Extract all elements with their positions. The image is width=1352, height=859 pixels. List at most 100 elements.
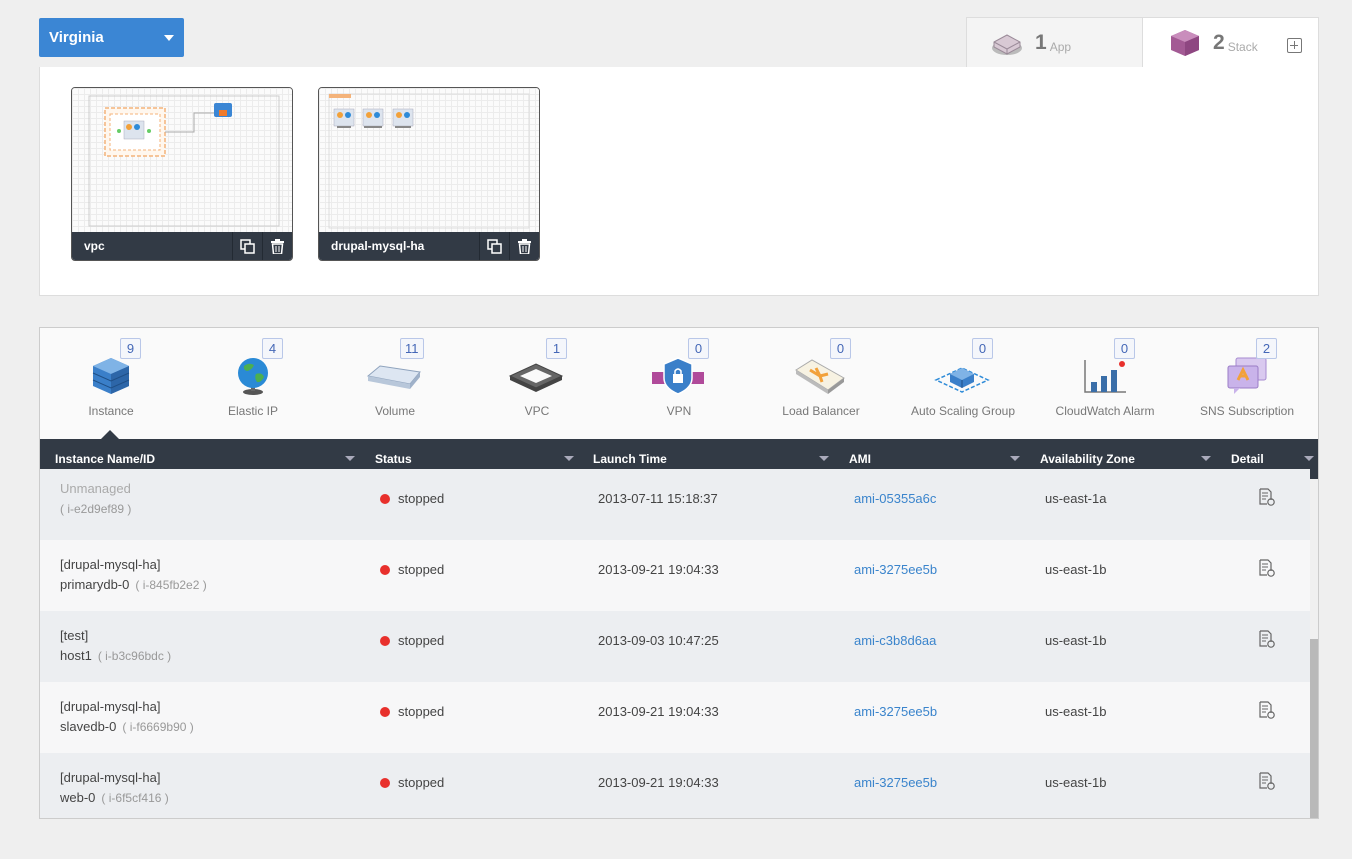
tab-sns-subscription[interactable]: 2 SNS Subscription xyxy=(1176,328,1318,439)
stack-preview xyxy=(319,88,539,234)
status-dot-icon xyxy=(380,777,390,788)
globe-icon xyxy=(238,358,268,395)
instance-name-cell: [drupal-mysql-ha] slavedb-0 ( i-f6669b90 … xyxy=(60,697,194,737)
tab-stack[interactable]: 2 Stack xyxy=(1143,17,1319,68)
volume-count-badge: 11 xyxy=(400,338,424,359)
table-scrollbar[interactable] xyxy=(1310,479,1318,818)
trash-icon[interactable] xyxy=(262,232,292,260)
sns-count-badge: 2 xyxy=(1256,338,1277,359)
tab-vpn[interactable]: 0 VPN xyxy=(608,328,750,439)
tab-volume[interactable]: 11 Volume xyxy=(324,328,466,439)
column-label: Status xyxy=(375,452,412,466)
region-selector[interactable]: Virginia xyxy=(39,18,184,57)
sort-caret-icon xyxy=(1304,456,1314,461)
tab-vpc[interactable]: 1 VPC xyxy=(466,328,608,439)
detail-doc-icon[interactable] xyxy=(1258,701,1276,719)
stack-preview xyxy=(72,88,292,234)
instance-name: primarydb-0 xyxy=(60,577,130,592)
column-label: Launch Time xyxy=(593,452,667,466)
auto-scaling-icon xyxy=(934,367,990,393)
status-dot-icon xyxy=(380,706,390,717)
vpn-count-badge: 0 xyxy=(688,338,709,359)
ami-link[interactable]: ami-c3b8d6aa xyxy=(854,633,936,648)
add-icon[interactable] xyxy=(1287,38,1302,53)
tab-label: Volume xyxy=(374,404,416,418)
instance-group: Unmanaged xyxy=(60,481,131,496)
stack-card-bar: vpc xyxy=(72,232,292,260)
load-balancer-icon xyxy=(795,359,845,394)
availability-zone: us-east-1b xyxy=(1045,775,1107,790)
sns-chat-icon xyxy=(1227,357,1267,394)
scrollbar-thumb[interactable] xyxy=(1310,639,1318,818)
detail-doc-icon[interactable] xyxy=(1258,630,1276,648)
tab-app[interactable]: 1 App xyxy=(966,17,1143,68)
tab-label: VPN xyxy=(666,404,692,418)
vpc-count-badge: 1 xyxy=(546,338,567,359)
stack-card-bar: drupal-mysql-ha xyxy=(319,232,539,260)
auto-scaling-count-badge: 0 xyxy=(972,338,993,359)
stack-diagram xyxy=(328,93,530,229)
instance-name: slavedb-0 xyxy=(60,719,117,734)
status-dot-icon xyxy=(380,493,390,504)
detail-doc-icon[interactable] xyxy=(1258,488,1276,506)
instance-group: [drupal-mysql-ha] xyxy=(60,699,161,714)
volume-disk-icon xyxy=(366,365,421,389)
table-row[interactable]: Unmanaged ( i-e2d9ef89 ) stopped 2013-07… xyxy=(40,469,1310,540)
instance-name-cell: [drupal-mysql-ha] primarydb-0 ( i-845fb2e… xyxy=(60,555,207,595)
stacks-panel: vpc drupal-mysql-ha xyxy=(39,67,1319,296)
tab-instance[interactable]: 9 Instance xyxy=(40,328,182,439)
cloudwatch-count-badge: 0 xyxy=(1114,338,1135,359)
status-text: stopped xyxy=(398,562,445,577)
status-dot-icon xyxy=(380,635,390,646)
tab-label: VPC xyxy=(524,404,550,418)
resource-tabs: 9 Instance 4 Elastic IP 11 Volume 1 VPC … xyxy=(40,328,1318,439)
app-cube-icon xyxy=(992,34,1022,55)
tab-auto-scaling-group[interactable]: 0 Auto Scaling Group xyxy=(892,328,1034,439)
instance-id: ( i-845fb2e2 ) xyxy=(135,578,207,592)
ami-link[interactable]: ami-3275ee5b xyxy=(854,562,937,577)
tab-load-balancer[interactable]: 0 Load Balancer xyxy=(750,328,892,439)
status-text: stopped xyxy=(398,491,445,506)
status-cell: stopped xyxy=(380,562,444,577)
stack-name: vpc xyxy=(84,239,105,253)
detail-doc-icon[interactable] xyxy=(1258,772,1276,790)
tab-label: SNS Subscription xyxy=(1199,404,1295,418)
stack-count: 2 xyxy=(1213,31,1225,54)
vpn-shield-icon xyxy=(652,357,704,395)
availability-zone: us-east-1a xyxy=(1045,491,1107,506)
table-row[interactable]: [test] host1 ( i-b3c96bdc ) stopped 2013-… xyxy=(40,611,1310,682)
tab-label: Elastic IP xyxy=(227,404,278,418)
detail-doc-icon[interactable] xyxy=(1258,559,1276,577)
launch-time: 2013-09-21 19:04:33 xyxy=(598,704,719,719)
availability-zone: us-east-1b xyxy=(1045,562,1107,577)
trash-icon[interactable] xyxy=(509,232,539,260)
duplicate-icon[interactable] xyxy=(232,232,262,260)
stack-cube-icon xyxy=(1171,30,1199,56)
tab-cloudwatch-alarm[interactable]: 0 CloudWatch Alarm xyxy=(1034,328,1176,439)
status-dot-icon xyxy=(380,564,390,575)
ami-link[interactable]: ami-3275ee5b xyxy=(854,775,937,790)
duplicate-icon[interactable] xyxy=(479,232,509,260)
tab-elastic-ip[interactable]: 4 Elastic IP xyxy=(182,328,324,439)
load-balancer-count-badge: 0 xyxy=(830,338,851,359)
stack-card-drupal-mysql-ha[interactable]: drupal-mysql-ha xyxy=(318,87,540,261)
tab-label: CloudWatch Alarm xyxy=(1055,404,1155,418)
instance-group: [drupal-mysql-ha] xyxy=(60,557,161,572)
app-stack-tabs: 1 App 2 Stack xyxy=(966,17,1319,68)
launch-time: 2013-07-11 15:18:37 xyxy=(598,491,718,506)
status-cell: stopped xyxy=(380,633,444,648)
ami-link[interactable]: ami-3275ee5b xyxy=(854,704,937,719)
stack-card-vpc[interactable]: vpc xyxy=(71,87,293,261)
instance-name: web-0 xyxy=(60,790,96,805)
stack-label: Stack xyxy=(1227,40,1258,54)
status-cell: stopped xyxy=(380,775,444,790)
sort-caret-icon xyxy=(345,456,355,461)
instance-id: ( i-b3c96bdc ) xyxy=(97,649,172,663)
table-row[interactable]: [drupal-mysql-ha] slavedb-0 ( i-f6669b90 … xyxy=(40,682,1310,753)
table-row[interactable]: [drupal-mysql-ha] web-0 ( i-6f5cf416 ) st… xyxy=(40,753,1310,818)
sort-caret-icon xyxy=(819,456,829,461)
ami-link[interactable]: ami-05355a6c xyxy=(854,491,936,506)
instance-count-badge: 9 xyxy=(120,338,141,359)
table-row[interactable]: [drupal-mysql-ha] primarydb-0 ( i-845fb2e… xyxy=(40,540,1310,611)
launch-time: 2013-09-21 19:04:33 xyxy=(598,562,719,577)
